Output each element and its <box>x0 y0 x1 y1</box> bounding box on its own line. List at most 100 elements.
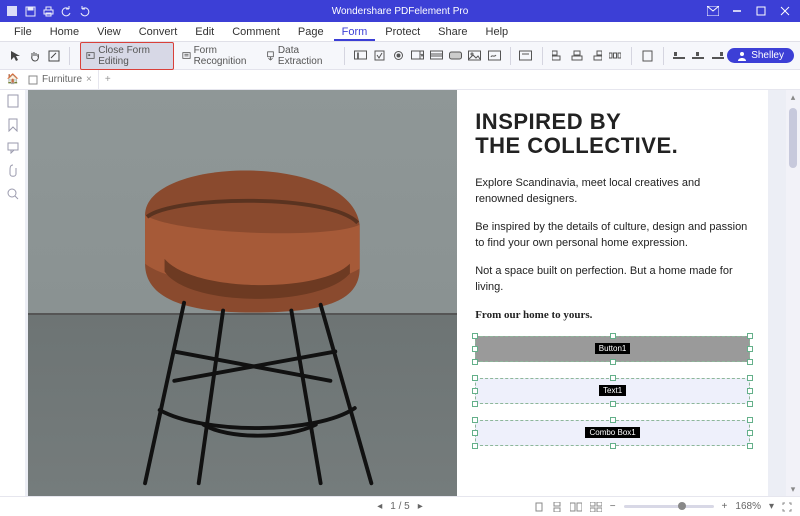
close-form-editing-button[interactable]: Close Form Editing <box>80 42 173 70</box>
combo-field-icon[interactable] <box>411 48 424 64</box>
zoom-value: 168% <box>735 501 761 512</box>
form-button-field[interactable]: Button1 <box>475 336 750 362</box>
list-field-icon[interactable] <box>430 48 443 64</box>
search-panel-icon[interactable] <box>7 188 19 200</box>
comments-icon[interactable] <box>7 142 19 154</box>
scroll-down-icon[interactable]: ▾ <box>786 482 800 496</box>
align-left-icon[interactable] <box>551 48 564 64</box>
data-extraction-button[interactable]: Data Extraction <box>262 43 338 69</box>
app-title: Wondershare PDFelement Pro <box>0 6 800 17</box>
tab-close-icon[interactable]: × <box>86 74 92 85</box>
edit-tool-icon[interactable] <box>47 48 60 64</box>
add-tab-icon[interactable]: + <box>99 74 117 85</box>
view-facing-icon[interactable] <box>570 502 582 512</box>
mail-icon[interactable] <box>706 4 720 18</box>
attachments-icon[interactable] <box>8 164 18 178</box>
data-extraction-label: Data Extraction <box>278 45 334 67</box>
scroll-up-icon[interactable]: ▴ <box>786 90 800 104</box>
distribute-icon[interactable] <box>609 48 622 64</box>
align-center-icon[interactable] <box>571 48 584 64</box>
align-b3-icon[interactable] <box>711 48 724 64</box>
left-panel <box>0 90 26 496</box>
button-field-icon[interactable] <box>449 48 462 64</box>
menu-page[interactable]: Page <box>290 24 332 41</box>
image-field-icon[interactable] <box>468 48 481 64</box>
user-pill[interactable]: Shelley <box>727 48 794 63</box>
minimize-icon[interactable] <box>730 4 744 18</box>
para-3: Not a space built on perfection. But a h… <box>475 264 750 296</box>
heading: INSPIRED BY THE COLLECTIVE. <box>475 110 750 158</box>
bookmarks-icon[interactable] <box>8 118 18 132</box>
close-icon[interactable] <box>778 4 792 18</box>
view-cont-icon[interactable] <box>552 502 562 512</box>
form-recognition-label: Form Recognition <box>194 45 258 67</box>
para-2: Be inspired by the details of culture, d… <box>475 220 750 252</box>
select-tool-icon[interactable] <box>9 48 22 64</box>
para-4: From our home to yours. <box>475 308 750 324</box>
signature-field-icon[interactable] <box>487 48 500 64</box>
vertical-scrollbar[interactable]: ▴ ▾ <box>786 90 800 496</box>
product-photo <box>28 90 457 496</box>
align-right-icon[interactable] <box>590 48 603 64</box>
ribbon: Close Form Editing Form Recognition Data… <box>0 42 800 70</box>
maximize-icon[interactable] <box>754 4 768 18</box>
menu-view[interactable]: View <box>89 24 129 41</box>
menu-edit[interactable]: Edit <box>187 24 222 41</box>
text-field-icon[interactable]: I <box>353 48 366 64</box>
hand-tool-icon[interactable] <box>28 48 41 64</box>
form-combo-field[interactable]: Combo Box1 <box>475 420 750 446</box>
para-1: Explore Scandinavia, meet local creative… <box>475 176 750 208</box>
app-logo-icon <box>6 5 18 17</box>
align-b2-icon[interactable] <box>692 48 705 64</box>
menu-comment[interactable]: Comment <box>224 24 288 41</box>
form-text-label: Text1 <box>599 385 626 396</box>
menu-file[interactable]: File <box>6 24 40 41</box>
menu-convert[interactable]: Convert <box>131 24 186 41</box>
page-sheet: INSPIRED BY THE COLLECTIVE. Explore Scan… <box>28 90 768 496</box>
svg-text:I: I <box>357 53 359 60</box>
checkbox-field-icon[interactable] <box>373 48 386 64</box>
form-combo-label: Combo Box1 <box>585 427 639 438</box>
thumbnails-icon[interactable] <box>7 94 19 108</box>
menu-form[interactable]: Form <box>334 24 376 41</box>
menu-help[interactable]: Help <box>478 24 517 41</box>
form-text-field[interactable]: Text1 <box>475 378 750 404</box>
zoom-slider[interactable] <box>624 505 714 508</box>
page-prev-icon[interactable]: ◂ <box>377 501 382 512</box>
redo-icon[interactable] <box>78 5 90 17</box>
menu-share[interactable]: Share <box>430 24 475 41</box>
home-tab-icon[interactable]: 🏠 <box>4 74 22 85</box>
menu-home[interactable]: Home <box>42 24 87 41</box>
undo-icon[interactable] <box>60 5 72 17</box>
radio-field-icon[interactable] <box>392 48 405 64</box>
page-setup-icon[interactable] <box>641 48 654 64</box>
more-1-icon[interactable] <box>519 48 532 64</box>
page-total: 5 <box>404 501 410 512</box>
page-next-icon[interactable]: ▸ <box>418 501 423 512</box>
tabstrip: 🏠 Furniture × + <box>0 70 800 90</box>
document-tab-label: Furniture <box>42 74 82 85</box>
document-tab[interactable]: Furniture × <box>22 70 99 89</box>
menu-protect[interactable]: Protect <box>377 24 428 41</box>
form-recognition-button[interactable]: Form Recognition <box>178 43 262 69</box>
statusbar: ◂ 1 / 5 ▸ − + 168% ▾ <box>0 496 800 516</box>
view-single-icon[interactable] <box>534 502 544 512</box>
titlebar: Wondershare PDFelement Pro <box>0 0 800 22</box>
scroll-thumb[interactable] <box>789 108 797 168</box>
text-column: INSPIRED BY THE COLLECTIVE. Explore Scan… <box>457 90 768 496</box>
zoom-out-icon[interactable]: − <box>610 501 616 512</box>
page-current: 1 <box>390 501 396 512</box>
align-b1-icon[interactable] <box>673 48 686 64</box>
zoom-in-icon[interactable]: + <box>722 501 728 512</box>
menubar: File Home View Convert Edit Comment Page… <box>0 22 800 42</box>
fullscreen-icon[interactable] <box>782 502 792 512</box>
workarea: INSPIRED BY THE COLLECTIVE. Explore Scan… <box>0 90 800 496</box>
form-button-label: Button1 <box>595 343 631 354</box>
zoom-dropdown-icon[interactable]: ▾ <box>769 501 774 512</box>
print-icon[interactable] <box>42 5 54 17</box>
user-name: Shelley <box>751 50 784 61</box>
page-view[interactable]: INSPIRED BY THE COLLECTIVE. Explore Scan… <box>26 90 800 496</box>
close-form-editing-label: Close Form Editing <box>98 45 167 67</box>
view-facing-cont-icon[interactable] <box>590 502 602 512</box>
save-icon[interactable] <box>24 5 36 17</box>
